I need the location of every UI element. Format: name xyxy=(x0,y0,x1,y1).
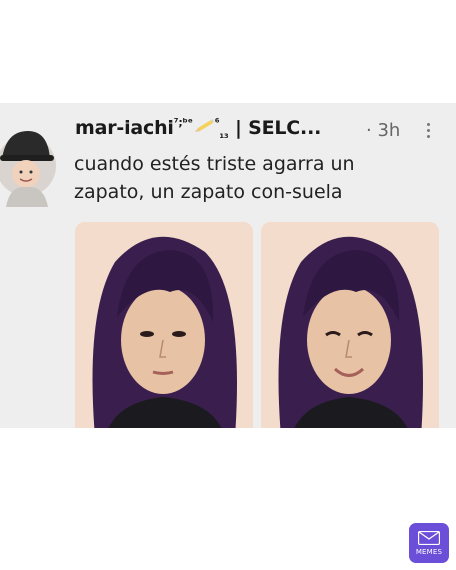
tweet-photo-1[interactable] xyxy=(75,222,253,428)
meme-canvas: mar-iachi⁷;ᵇᵉ ⁶₁₃ | SELC... · 3h cuando … xyxy=(0,0,456,570)
author-name[interactable]: mar-iachi⁷;ᵇᵉ ⁶₁₃ | SELC... xyxy=(75,116,375,147)
tweet-text: cuando estés triste agarra un zapato, un… xyxy=(74,153,355,203)
tweet-photo-2[interactable] xyxy=(261,222,439,428)
memes-watermark-label: MEMES xyxy=(415,548,443,556)
avatar-photo-icon xyxy=(0,121,56,207)
author-name-tail: | SELC... xyxy=(228,117,322,139)
tweet-card[interactable]: mar-iachi⁷;ᵇᵉ ⁶₁₃ | SELC... · 3h cuando … xyxy=(0,103,456,428)
author-name-superscript: ⁷;ᵇᵉ xyxy=(173,116,193,129)
author-name-main: mar-iachi xyxy=(75,117,174,139)
pencil-emoji-icon xyxy=(194,118,214,132)
envelope-icon xyxy=(418,531,440,545)
tweet-timestamp[interactable]: · 3h xyxy=(366,120,400,141)
author-avatar[interactable] xyxy=(0,121,56,207)
vertical-ellipsis-icon[interactable] xyxy=(420,120,436,144)
memes-watermark-logo[interactable]: MEMES xyxy=(409,523,449,563)
photo-serious-face-icon xyxy=(75,222,253,428)
photo-smiling-face-icon xyxy=(261,222,439,428)
author-name-subscript: ₁₃ xyxy=(219,128,229,141)
